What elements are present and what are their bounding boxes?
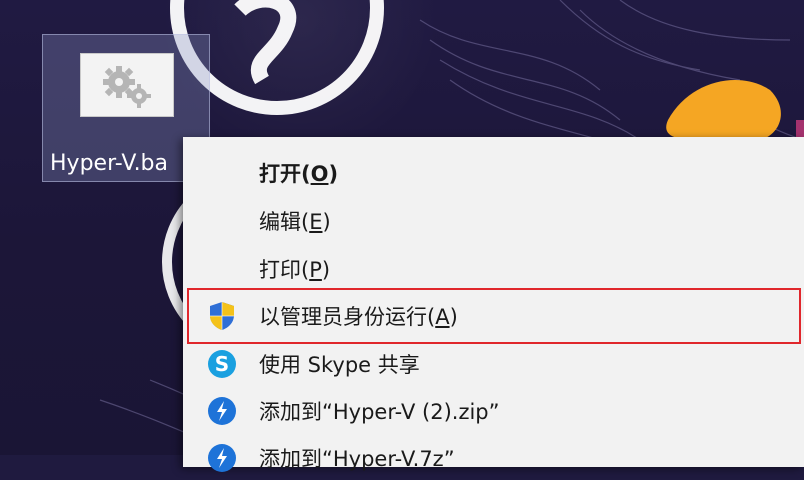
menu-item-print-label: 打印(P)	[259, 258, 331, 282]
bandizip-icon	[208, 444, 236, 472]
menu-item-add-to-zip-label: 添加到“Hyper-V (2).zip”	[259, 400, 500, 424]
menu-item-run-as-admin[interactable]: 以管理员身份运行(A)	[183, 292, 804, 338]
menu-item-share-skype[interactable]: S 使用 Skype 共享	[183, 340, 804, 386]
gears-icon	[80, 53, 174, 117]
context-menu: 打开(O) 编辑(E) 打印(P) 以管理员身份运行(A) S 使用 Skype…	[183, 137, 804, 472]
bandizip-icon	[208, 397, 236, 425]
menu-item-run-as-admin-label: 以管理员身份运行(A)	[259, 305, 458, 329]
menu-item-open-label: 打开(O)	[259, 162, 339, 186]
svg-text:S: S	[215, 352, 229, 376]
desktop[interactable]: Hyper-V.ba 打开(O) 编辑(E) 打印(P) 以管理员身份运行(A)	[0, 0, 804, 472]
menu-item-open[interactable]: 打开(O)	[183, 149, 804, 195]
menu-item-add-to-7z-label: 添加到“Hyper-V.7z”	[259, 447, 455, 471]
menu-item-print[interactable]: 打印(P)	[183, 245, 804, 291]
menu-item-share-skype-label: 使用 Skype 共享	[259, 353, 420, 377]
menu-item-edit-label: 编辑(E)	[259, 210, 331, 234]
uac-shield-icon	[210, 302, 234, 330]
skype-icon: S	[208, 350, 236, 378]
menu-item-edit[interactable]: 编辑(E)	[183, 197, 804, 243]
menu-item-add-to-zip[interactable]: 添加到“Hyper-V (2).zip”	[183, 387, 804, 433]
desktop-file-label: Hyper-V.ba	[50, 151, 169, 176]
menu-item-add-to-7z[interactable]: 添加到“Hyper-V.7z”	[183, 434, 804, 480]
